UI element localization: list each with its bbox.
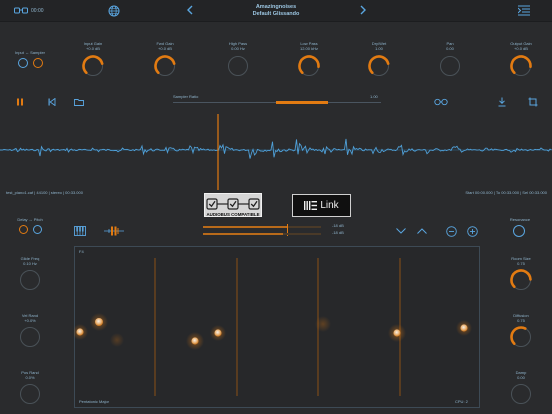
delay-pitch-label: Delay ↔ Pitch	[17, 217, 43, 222]
prev-preset-icon[interactable]	[186, 4, 194, 17]
file-times: Start 00:00.000 | To 00:33.000 | Sel 00:…	[465, 190, 547, 195]
pad-touch-7[interactable]	[388, 324, 406, 342]
fwd-gain-knob[interactable]	[153, 54, 177, 78]
diffusion-knob[interactable]	[509, 325, 533, 349]
pad-touch-3[interactable]	[110, 333, 124, 347]
level-meter-bottom	[203, 233, 321, 235]
audiobus-label: AUDIOBUS COMPATIBLE	[206, 212, 260, 217]
sampler-ratio-value: 1.00	[370, 94, 378, 99]
input-gain-knob[interactable]	[81, 54, 105, 78]
resonance-toggle[interactable]	[513, 225, 525, 237]
damp-knob[interactable]	[509, 382, 533, 406]
vel-rand-knob[interactable]	[18, 325, 42, 349]
pad-touch-8[interactable]	[456, 320, 472, 336]
level-meter-bottom-fill	[203, 233, 284, 235]
pan-dial[interactable]	[438, 54, 462, 78]
pos-rand-knob[interactable]	[18, 382, 42, 406]
dry-wet-knob[interactable]	[367, 54, 391, 78]
resonance-label: Resonance	[509, 217, 531, 222]
download-icon[interactable]	[498, 97, 506, 108]
chevron-down-icon[interactable]	[396, 228, 406, 235]
mixer-sliders-icon[interactable]	[104, 226, 124, 237]
damp-value: 0.00	[517, 375, 525, 380]
high-pass-knob[interactable]	[226, 54, 250, 78]
menu-list-icon[interactable]	[517, 5, 530, 17]
xy-pad-markers[interactable]	[74, 246, 480, 408]
pos-rand-dial[interactable]	[18, 382, 42, 406]
pan-knob[interactable]	[438, 54, 462, 78]
crop-icon[interactable]	[528, 97, 538, 108]
glide-freq-dial[interactable]	[18, 268, 42, 292]
plus-circle-icon[interactable]	[467, 226, 478, 238]
input-gain-value: +0.0 dB	[86, 46, 100, 51]
sampler-ratio-label: Sampler Ratio	[173, 94, 199, 99]
input-toggle[interactable]	[18, 58, 28, 68]
preset-name[interactable]: Default Glissando	[236, 11, 316, 17]
low-pass-dial[interactable]	[297, 54, 321, 78]
glide-freq-knob[interactable]	[18, 268, 42, 292]
preset-title[interactable]: Amazingnoises	[236, 4, 316, 10]
room-size-knob[interactable]	[509, 268, 533, 292]
pause-icon[interactable]	[16, 98, 24, 107]
next-preset-icon[interactable]	[359, 4, 367, 17]
sampler-ratio-thumb[interactable]	[276, 101, 328, 104]
pad-touch-6[interactable]	[315, 316, 331, 332]
loop-glasses-icon[interactable]	[434, 98, 448, 107]
chevron-up-icon[interactable]	[417, 228, 427, 235]
skip-back-icon[interactable]	[48, 97, 56, 107]
keyboard-icon[interactable]	[74, 226, 86, 237]
file-info: test_piano1.caf | 44100 | stereo | 00:33…	[6, 190, 83, 195]
vel-rand-value: +0.0%	[24, 318, 36, 323]
high-pass-value: 0.00 Hz	[231, 46, 245, 51]
folder-icon[interactable]	[74, 98, 84, 107]
level-meter-top	[203, 226, 321, 228]
pitch-toggle[interactable]	[33, 225, 42, 234]
audiobus-icon	[206, 198, 260, 210]
high-pass-dial[interactable]	[226, 54, 250, 78]
waveform[interactable]	[0, 112, 552, 192]
pad-touch-2[interactable]	[90, 313, 108, 331]
input-sampler-label: Input ↔ Sampler	[14, 50, 45, 55]
low-pass-knob[interactable]	[297, 54, 321, 78]
diffusion-value: 0.75	[517, 318, 525, 323]
low-pass-value: 12.00 kHz	[299, 46, 318, 51]
pad-touch-1[interactable]	[74, 324, 88, 340]
meter-top-value: -18 dB	[332, 223, 344, 228]
pad-touch-5[interactable]	[210, 325, 226, 341]
dry-wet-value: 1.00	[375, 46, 383, 51]
room-size-value: 0.75	[517, 261, 525, 266]
link-bars-icon	[304, 201, 318, 210]
link-badge[interactable]: Link	[292, 194, 351, 217]
globe-icon[interactable]	[108, 5, 120, 18]
output-gain-knob[interactable]	[509, 54, 533, 78]
vel-rand-dial[interactable]	[18, 325, 42, 349]
damp-dial[interactable]	[509, 382, 533, 406]
meter-bottom-value: -18 dB	[332, 230, 344, 235]
delay-toggle[interactable]	[19, 225, 28, 234]
output-gain-value: +0.0 dB	[514, 46, 528, 51]
fwd-gain-value: +0.0 dB	[158, 46, 172, 51]
pad-touch-4[interactable]	[186, 332, 204, 350]
pan-value: 0.00	[446, 46, 454, 51]
input-gain-dial[interactable]	[81, 54, 105, 78]
room-size-dial[interactable]	[509, 268, 533, 292]
sampler-toggle[interactable]	[33, 58, 43, 68]
output-gain-dial[interactable]	[509, 54, 533, 78]
minus-circle-icon[interactable]	[446, 226, 457, 238]
header-time: 00:00	[31, 8, 44, 14]
pos-rand-value: 0.0%	[25, 375, 35, 380]
glide-freq-value: 0.10 Hz	[23, 261, 37, 266]
glasses-icon[interactable]	[14, 7, 28, 16]
dry-wet-dial[interactable]	[367, 54, 391, 78]
fwd-gain-dial[interactable]	[153, 54, 177, 78]
audiobus-badge[interactable]: AUDIOBUS COMPATIBLE	[204, 193, 262, 217]
level-meter-top-fill	[203, 226, 288, 228]
diffusion-dial[interactable]	[509, 325, 533, 349]
link-label: Link	[320, 200, 339, 211]
